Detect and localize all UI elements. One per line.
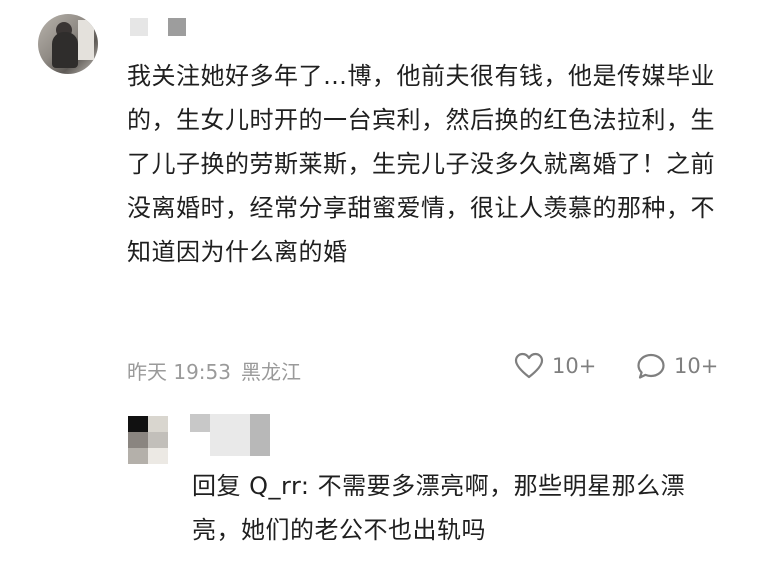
mosaic-block (210, 414, 250, 456)
like-count: 10+ (552, 354, 597, 378)
mosaic-block (148, 432, 168, 448)
mosaic-block (190, 414, 210, 432)
like-button[interactable]: 10+ (514, 352, 596, 380)
reply-count: 10+ (674, 354, 719, 378)
heart-icon (514, 352, 544, 379)
comment-meta: 昨天 19:53 黑龙江 (127, 356, 311, 385)
mosaic-block (148, 416, 168, 432)
comment-location: 黑龙江 (241, 360, 301, 384)
reply-prefix: 回复 (192, 472, 241, 500)
mosaic-block (128, 432, 148, 448)
reply-target-user[interactable]: Q_rr: (249, 472, 309, 500)
comment-body: 我关注她好多年了…博，他前夫很有钱，他是传媒毕业的，生女儿时开的一台宾利，然后换… (127, 62, 715, 266)
mosaic-block (148, 448, 168, 464)
reply-avatar[interactable] (128, 416, 168, 464)
reply-button[interactable]: 10+ (636, 352, 718, 380)
avatar-background (78, 20, 94, 60)
comment-time: 昨天 19:53 (127, 360, 231, 384)
speech-bubble-icon (637, 353, 665, 379)
username-redacted[interactable] (130, 18, 186, 36)
avatar-figure (52, 32, 78, 68)
reply-body: 回复 Q_rr: 不需要多漂亮啊，那些明星那么漂亮，她们的老公不也出轨吗 (192, 464, 732, 552)
mosaic-block (168, 18, 186, 36)
avatar[interactable] (38, 14, 98, 74)
reply-username-redacted[interactable] (190, 414, 270, 456)
mosaic-block (128, 448, 148, 464)
mosaic-block (130, 18, 148, 36)
mosaic-block (128, 416, 148, 432)
mosaic-block (250, 414, 270, 456)
